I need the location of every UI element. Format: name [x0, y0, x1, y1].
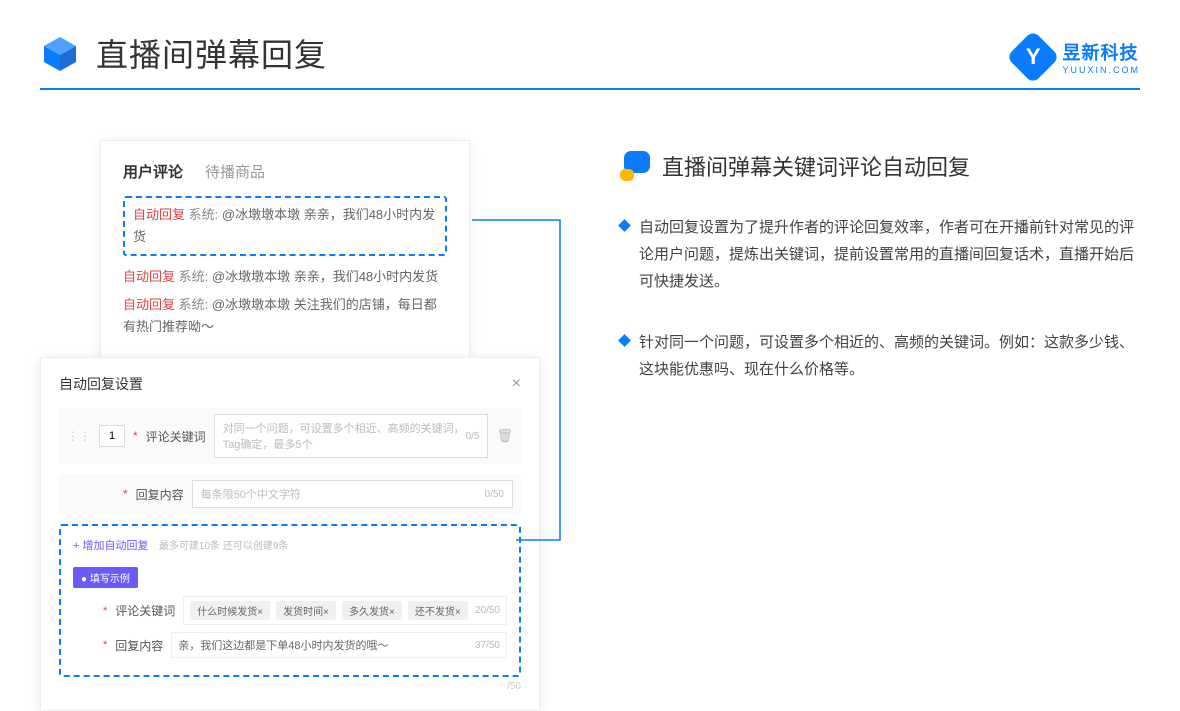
content-input[interactable]: 每条限50个中文字符 0/50 [192, 480, 513, 508]
page-header: 直播间弹幕回复 [0, 0, 1180, 88]
logo-subtext: YUUXIN.COM [1062, 65, 1140, 75]
bullet-item: 针对同一个问题，可设置多个相近的、高频的关键词。例如：这款多少钱、这块能优惠吗、… [620, 329, 1140, 383]
diamond-icon [618, 219, 631, 232]
trailing-counter: /50 [59, 681, 521, 692]
add-auto-reply-link[interactable]: + 增加自动回复 [73, 537, 148, 553]
cube-icon [40, 33, 80, 73]
settings-title: 自动回复设置 [59, 374, 143, 394]
auto-reply-tag: 自动回复 [133, 207, 185, 222]
section-title: 直播间弹幕关键词评论自动回复 [662, 150, 970, 182]
delete-icon[interactable]: 🗑 [496, 428, 513, 444]
brand-logo: Y 昱新科技 YUUXIN.COM [1014, 38, 1140, 76]
add-hint: 最多可建10条 还可以创建9条 [159, 541, 288, 552]
tab-pending-products[interactable]: 待播商品 [205, 161, 265, 182]
example-badge: ● 填写示例 [73, 567, 138, 588]
keyword-input[interactable]: 对同一个问题，可设置多个相近、高频的关键词，Tag确定，最多5个 0/5 [214, 414, 489, 458]
keyword-tag[interactable]: 多久发货× [342, 601, 402, 620]
chat-bubble-icon [620, 151, 650, 181]
comment-line: 自动回复 系统: @冰墩墩本墩 关注我们的店铺，每日都有热门推荐呦～ [123, 294, 447, 338]
comment-line: 自动回复 系统: @冰墩墩本墩 亲亲，我们48小时内发货 [123, 266, 447, 288]
keyword-label: 评论关键词 [146, 428, 206, 445]
content-row: * 回复内容 每条限50个中文字符 0/50 [59, 474, 521, 514]
example-section: + 增加自动回复 最多可建10条 还可以创建9条 ● 填写示例 * 评论关键词 … [59, 524, 521, 677]
highlighted-comment: 自动回复 系统: @冰墩墩本墩 亲亲，我们48小时内发货 [123, 196, 447, 256]
logo-badge-icon: Y [1007, 30, 1061, 84]
keyword-tag[interactable]: 还不发货× [408, 601, 468, 620]
example-keyword-input[interactable]: 什么时候发货×发货时间×多久发货×还不发货× 20/50 [183, 596, 507, 625]
tab-user-comments[interactable]: 用户评论 [123, 161, 183, 182]
settings-panel: 自动回复设置 × ⋮⋮ 1 * 评论关键词 对同一个问题，可设置多个相近、高频的… [40, 357, 540, 711]
logo-text: 昱新科技 [1062, 39, 1140, 65]
page-title: 直播间弹幕回复 [96, 30, 327, 76]
keyword-row: ⋮⋮ 1 * 评论关键词 对同一个问题，可设置多个相近、高频的关键词，Tag确定… [59, 408, 521, 464]
bullet-item: 自动回复设置为了提升作者的评论回复效率，作者可在开播前针对常见的评论用户问题，提… [620, 214, 1140, 295]
diamond-icon [618, 334, 631, 347]
row-number: 1 [99, 425, 125, 447]
content-label: 回复内容 [136, 486, 184, 503]
example-keyword-row: * 评论关键词 什么时候发货×发货时间×多久发货×还不发货× 20/50 [73, 596, 507, 625]
description-column: 直播间弹幕关键词评论自动回复 自动回复设置为了提升作者的评论回复效率，作者可在开… [540, 140, 1140, 711]
comments-panel: 用户评论 待播商品 自动回复 系统: @冰墩墩本墩 亲亲，我们48小时内发货 自… [100, 140, 470, 365]
keyword-tag[interactable]: 发货时间× [276, 601, 336, 620]
screenshot-column: 用户评论 待播商品 自动回复 系统: @冰墩墩本墩 亲亲，我们48小时内发货 自… [40, 140, 540, 711]
keyword-tag[interactable]: 什么时候发货× [190, 601, 270, 620]
example-content-row: * 回复内容 亲，我们这边都是下单48小时内发货的哦～ 37/50 [73, 632, 507, 658]
example-content-input[interactable]: 亲，我们这边都是下单48小时内发货的哦～ 37/50 [171, 632, 507, 658]
close-icon[interactable]: × [512, 375, 521, 393]
